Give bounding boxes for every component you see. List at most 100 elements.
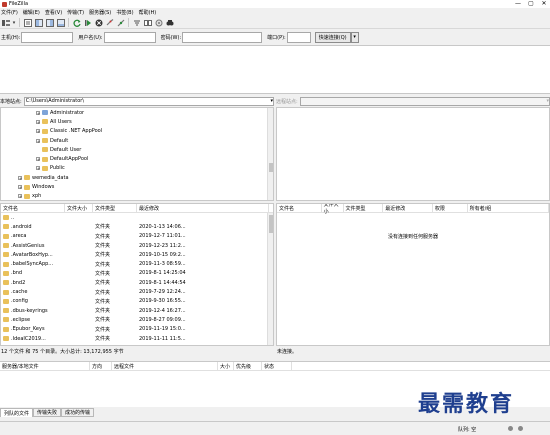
transfer-queue-icon[interactable] bbox=[56, 18, 65, 27]
col-filename[interactable]: 文件名 bbox=[1, 204, 65, 213]
close-button[interactable]: ✕ bbox=[540, 0, 548, 7]
tree-item[interactable]: + Windows bbox=[1, 182, 273, 191]
expand-icon[interactable]: + bbox=[18, 185, 22, 190]
tab-failed-transfers[interactable]: 传输失败 bbox=[33, 408, 62, 417]
reconnect-icon[interactable] bbox=[116, 18, 125, 27]
remote-file-list[interactable]: 文件名 文件大小 文件类型 最近修改 权限 所有者/组 没有连接到任何服务器 bbox=[276, 203, 550, 346]
menu-view[interactable]: 查看(V) bbox=[45, 9, 62, 16]
col-server-local-file[interactable]: 服务器/本地文件 bbox=[0, 361, 90, 371]
table-row[interactable]: .dbus-keyrings 文件夹 2019-12-4 16:27... bbox=[1, 306, 273, 315]
table-row[interactable]: .eclipse 文件夹 2019-8-27 09:09... bbox=[1, 315, 273, 324]
col-permissions[interactable]: 权限 bbox=[433, 204, 468, 213]
table-row[interactable]: .android 文件夹 2020-1-13 14:06... bbox=[1, 222, 273, 231]
col-modified[interactable]: 最近修改 bbox=[137, 204, 269, 213]
sync-browse-icon[interactable] bbox=[154, 18, 163, 27]
col-status[interactable]: 状态 bbox=[262, 361, 292, 371]
col-filename[interactable]: 文件名 bbox=[277, 204, 322, 213]
expand-icon[interactable]: + bbox=[36, 157, 40, 162]
remote-path-input[interactable]: ▾ bbox=[299, 96, 550, 106]
table-row[interactable]: .config 文件夹 2019-9-30 16:55... bbox=[1, 297, 273, 306]
tree-item[interactable]: Default User bbox=[1, 145, 273, 154]
remote-directory-tree[interactable] bbox=[276, 107, 550, 201]
table-row[interactable]: .babelSyncApp... 文件夹 2019-11-3 08:59... bbox=[1, 259, 273, 268]
tree-item[interactable]: + wemedia_data bbox=[1, 173, 273, 182]
maximize-button[interactable]: ▢ bbox=[527, 0, 535, 7]
username-input[interactable] bbox=[103, 31, 156, 43]
search-icon[interactable] bbox=[165, 18, 174, 27]
local-directory-tree[interactable]: + Administrator + All Users + Classic .NET Ap… bbox=[0, 107, 274, 201]
tab-successful-transfers[interactable]: 成功的传输 bbox=[61, 408, 95, 417]
menu-server[interactable]: 服务器(S) bbox=[89, 9, 111, 16]
menu-edit[interactable]: 编辑(E) bbox=[23, 9, 40, 16]
port-input[interactable] bbox=[286, 31, 311, 43]
remote-tree-icon[interactable] bbox=[45, 18, 54, 27]
tree-item[interactable]: + Default bbox=[1, 136, 273, 145]
file-name-cell: .dbus-keyrings bbox=[1, 308, 65, 314]
menu-file[interactable]: 文件(F) bbox=[1, 9, 18, 16]
col-priority[interactable]: 优先级 bbox=[234, 361, 262, 371]
file-name: .bnd2 bbox=[11, 279, 26, 286]
chevron-down-icon[interactable]: ▾ bbox=[270, 98, 273, 104]
expand-icon[interactable]: + bbox=[36, 129, 40, 134]
table-row[interactable]: .areca 文件夹 2019-12-7 11:01... bbox=[1, 232, 273, 241]
table-row[interactable]: .bnd 文件夹 2019-8-1 14:25:04 bbox=[1, 269, 273, 278]
expand-icon[interactable]: + bbox=[36, 166, 40, 171]
chevron-down-icon[interactable]: ▾ bbox=[546, 98, 549, 104]
minimize-button[interactable]: — bbox=[514, 0, 522, 7]
local-path-input[interactable]: C:\Users\Administrator\ ▾ bbox=[23, 96, 274, 106]
table-row[interactable]: .Epubor_Keys 文件夹 2019-11-19 15:0... bbox=[1, 325, 273, 334]
tree-item[interactable]: + Classic .NET AppPool bbox=[1, 127, 273, 136]
table-row[interactable]: .AssistGenius 文件夹 2019-12-23 11:2... bbox=[1, 241, 273, 250]
col-owner-group[interactable]: 所有者/组 bbox=[468, 204, 549, 213]
col-filesize[interactable]: 文件大小 bbox=[65, 204, 93, 213]
message-log-icon[interactable] bbox=[23, 18, 32, 27]
tree-item[interactable]: + All Users bbox=[1, 117, 273, 126]
host-input[interactable] bbox=[21, 31, 74, 43]
col-filesize[interactable]: 文件大小 bbox=[322, 204, 344, 215]
expand-icon[interactable]: + bbox=[18, 175, 22, 180]
folder-icon bbox=[3, 289, 9, 295]
col-remote-file[interactable]: 远程文件 bbox=[112, 361, 218, 371]
process-queue-icon[interactable] bbox=[83, 18, 92, 27]
cancel-icon[interactable] bbox=[94, 18, 103, 27]
message-log[interactable] bbox=[0, 46, 550, 94]
table-row[interactable]: .AvatarBoxHyp... 文件夹 2019-10-15 09:2... bbox=[1, 250, 273, 259]
expand-icon[interactable]: + bbox=[18, 194, 22, 199]
password-input[interactable] bbox=[182, 31, 263, 43]
menu-transfer[interactable]: 传输(T) bbox=[67, 9, 84, 16]
table-row[interactable]: .cache 文件夹 2019-7-29 12:24... bbox=[1, 287, 273, 296]
file-name: .config bbox=[11, 298, 28, 305]
refresh-icon[interactable] bbox=[72, 18, 81, 27]
quickconnect-dropdown-button[interactable]: ▾ bbox=[350, 31, 359, 43]
local-tree-icon[interactable] bbox=[34, 18, 43, 27]
menu-help[interactable]: 帮助(H) bbox=[139, 9, 157, 16]
local-file-list[interactable]: 文件名 文件大小 文件类型 最近修改 .. .android 文件夹 2020-1-1… bbox=[0, 203, 274, 346]
col-direction[interactable]: 方向 bbox=[90, 361, 112, 371]
table-row[interactable]: .IdeaIC2019... 文件夹 2019-11-11 11:5... bbox=[1, 334, 273, 343]
file-name-cell: .bnd bbox=[1, 270, 65, 276]
site-manager-icon[interactable] bbox=[1, 18, 10, 27]
expand-icon[interactable]: + bbox=[36, 119, 40, 124]
menu-bookmarks[interactable]: 书签(B) bbox=[116, 9, 133, 16]
col-filetype[interactable]: 文件类型 bbox=[93, 204, 137, 213]
col-modified[interactable]: 最近修改 bbox=[383, 204, 433, 213]
col-size[interactable]: 大小 bbox=[218, 361, 234, 371]
col-filetype[interactable]: 文件类型 bbox=[344, 204, 384, 213]
expand-icon[interactable]: + bbox=[36, 138, 40, 143]
file-name-cell: .config bbox=[1, 298, 65, 304]
quickconnect-button[interactable]: 快速连接(Q) bbox=[314, 31, 351, 43]
compare-icon[interactable] bbox=[143, 18, 152, 27]
filter-icon[interactable] bbox=[132, 18, 141, 27]
tree-item[interactable]: + Administrator bbox=[1, 108, 273, 117]
local-file-list-scrollbar[interactable] bbox=[267, 213, 273, 345]
table-row[interactable]: .bnd2 文件夹 2019-8-1 14:44:54 bbox=[1, 278, 273, 287]
table-row[interactable]: .. bbox=[1, 213, 273, 222]
dropdown-arrow-icon[interactable]: ▾ bbox=[12, 18, 16, 27]
tree-item[interactable]: + xph bbox=[1, 192, 273, 200]
disconnect-icon[interactable] bbox=[105, 18, 114, 27]
tree-item[interactable]: + DefaultAppPool bbox=[1, 154, 273, 163]
tab-queued-files[interactable]: 列队的文件 bbox=[0, 408, 34, 417]
local-tree-scrollbar[interactable] bbox=[267, 108, 273, 200]
tree-item[interactable]: + Public bbox=[1, 164, 273, 173]
expand-icon[interactable]: + bbox=[36, 110, 40, 115]
